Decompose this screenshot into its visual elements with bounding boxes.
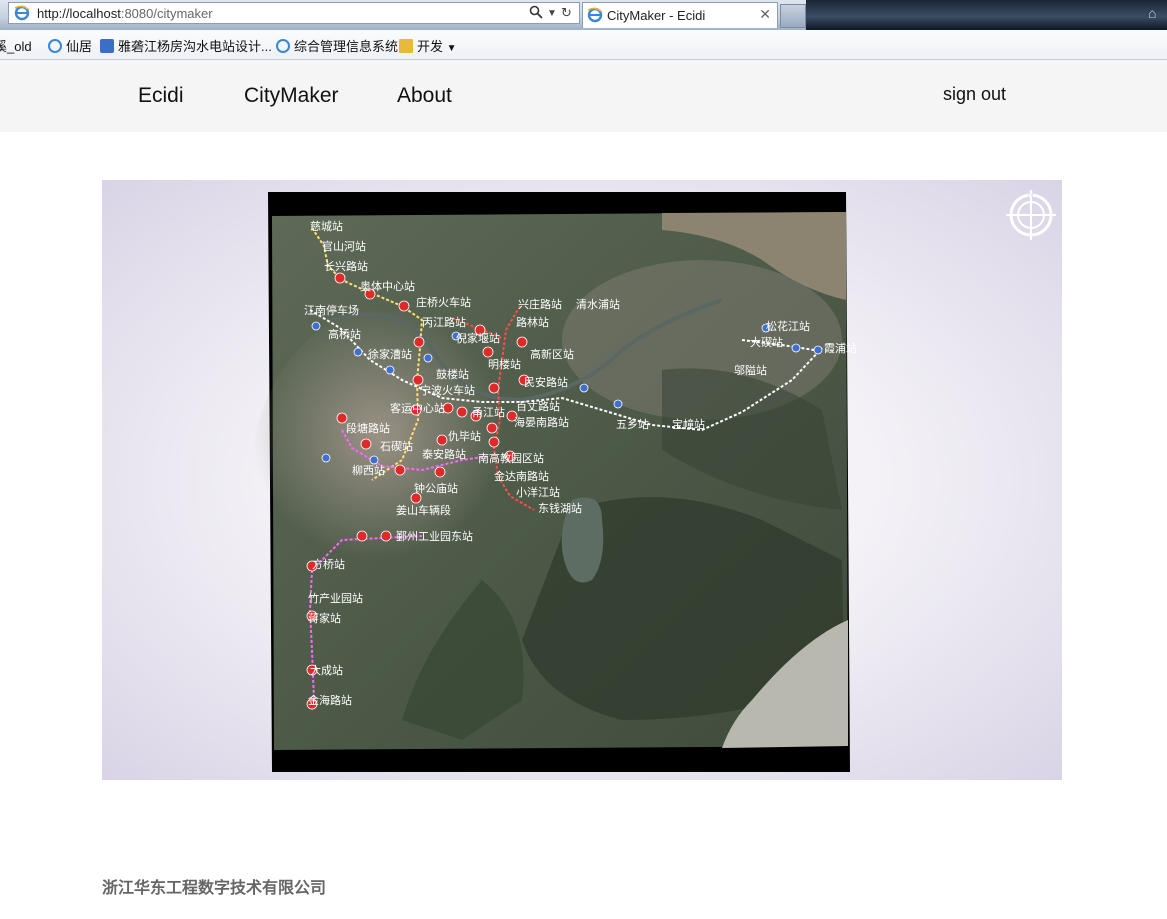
svg-text:慈城站: 慈城站 [310,219,343,233]
svg-text:高桥站: 高桥站 [328,327,361,341]
browser-chrome: http://localhost:8080/citymaker ▼ ↻ City… [0,0,1167,60]
svg-text:高新区站: 高新区站 [530,347,574,361]
svg-text:官山河站: 官山河站 [322,239,366,253]
favorite-item[interactable]: 溪_old [0,36,32,55]
svg-text:兴庄路站: 兴庄路站 [518,297,562,311]
refresh-icon[interactable]: ↻ [561,5,572,21]
nav-item-citymaker[interactable]: CityMaker [244,84,339,108]
svg-text:泰安路站: 泰安路站 [422,447,466,461]
search-icon[interactable] [529,5,543,22]
dropdown-arrow-icon[interactable]: ▼ [547,8,557,19]
compass-icon[interactable]: N [1002,184,1060,242]
svg-text:柳西站: 柳西站 [352,463,385,477]
tab-citymaker[interactable]: CityMaker - Ecidi ✕ [582,2,778,28]
svg-text:方桥站: 方桥站 [312,557,345,571]
ie-icon [276,39,290,53]
svg-text:甬江站: 甬江站 [472,405,505,419]
svg-text:大成站: 大成站 [310,663,343,677]
favorite-item[interactable]: 综合管理信息系统 [276,36,398,55]
favorites-bar: 溪_old 仙居 雅砻江杨房沟水电站设计... 综合管理信息系统 开发 ▼ [0,30,1167,60]
svg-text:清水浦站: 清水浦站 [576,297,620,311]
svg-text:民安路站: 民安路站 [524,375,568,389]
svg-text:长兴路站: 长兴路站 [324,259,368,273]
svg-text:宁波火车站: 宁波火车站 [420,383,475,397]
svg-text:竹产业园站: 竹产业园站 [308,591,363,605]
svg-text:宝幢站: 宝幢站 [672,417,705,431]
svg-text:丙江路站: 丙江路站 [422,315,466,329]
favorite-item[interactable]: 雅砻江杨房沟水电站设计... [100,36,272,55]
svg-text:百丈路站: 百丈路站 [516,399,560,413]
svg-text:江南停车场: 江南停车场 [304,303,359,317]
svg-text:钟公庙站: 钟公庙站 [414,481,458,495]
ie-icon [48,39,62,53]
svg-text:庄桥火车站: 庄桥火车站 [416,295,471,309]
address-bar[interactable]: http://localhost:8080/citymaker ▼ ↻ [8,2,580,24]
svg-text:五乡站: 五乡站 [616,417,649,431]
svg-text:金海路站: 金海路站 [308,693,352,707]
svg-text:东钱湖站: 东钱湖站 [538,501,582,515]
folder-icon [399,39,413,53]
sign-out-link[interactable]: sign out [943,84,1006,105]
favorite-folder[interactable]: 开发 ▼ [399,36,457,55]
tab-title: CityMaker - Ecidi [607,8,706,23]
svg-text:奥体中心站: 奥体中心站 [360,279,415,293]
svg-text:N: N [1027,190,1034,200]
svg-text:南高教园区站: 南高教园区站 [478,451,544,465]
svg-text:鼓楼站: 鼓楼站 [436,367,469,381]
home-icon[interactable]: ⌂ [1148,5,1164,21]
svg-text:徐家漕站: 徐家漕站 [368,347,412,361]
nav-brand[interactable]: Ecidi [138,84,184,108]
satellite-map-view[interactable]: 慈城站 官山河站 长兴路站 奥体中心站 庄桥火车站 丙江路站 倪家堰站 江南停车… [102,180,1062,780]
svg-text:段塘路站: 段塘路站 [346,421,390,435]
ie-icon [587,7,603,28]
svg-text:小洋江站: 小洋江站 [516,485,560,499]
svg-text:石碶站: 石碶站 [380,439,413,453]
svg-text:海晏南路站: 海晏南路站 [514,415,569,429]
site-navbar: Ecidi CityMaker About sign out [0,60,1167,132]
svg-text:明楼站: 明楼站 [488,357,521,371]
ie-icon [14,5,30,26]
svg-text:姜山车辆段: 姜山车辆段 [396,503,451,517]
address-url[interactable]: http://localhost:8080/citymaker [37,6,213,21]
svg-text:松花江站: 松花江站 [766,319,810,333]
svg-text:路林站: 路林站 [516,315,549,329]
window-titlebar [806,0,1167,30]
svg-text:霞浦站: 霞浦站 [824,341,857,355]
svg-text:倪家堰站: 倪家堰站 [456,331,500,345]
svg-text:邬隘站: 邬隘站 [734,363,767,377]
power-station-icon [100,39,114,53]
citymaker-3d-map[interactable]: 慈城站 官山河站 长兴路站 奥体中心站 庄桥火车站 丙江路站 倪家堰站 江南停车… [102,180,1062,780]
chevron-down-icon: ▼ [446,43,457,54]
close-tab-icon[interactable]: ✕ [759,6,771,23]
svg-text:蒋家站: 蒋家站 [308,611,341,625]
svg-text:客运中心站: 客运中心站 [390,401,445,415]
footer-company-name: 浙江华东工程数字技术有限公司 [102,878,327,897]
svg-text:大碶站: 大碶站 [750,335,783,349]
favorite-item[interactable]: 仙居 [48,36,92,55]
new-tab-button[interactable] [780,4,806,28]
svg-text:金达南路站: 金达南路站 [494,469,549,483]
nav-item-about[interactable]: About [397,84,452,108]
svg-text:鄞州工业园东站: 鄞州工业园东站 [396,529,473,543]
svg-text:仇毕站: 仇毕站 [448,429,481,443]
